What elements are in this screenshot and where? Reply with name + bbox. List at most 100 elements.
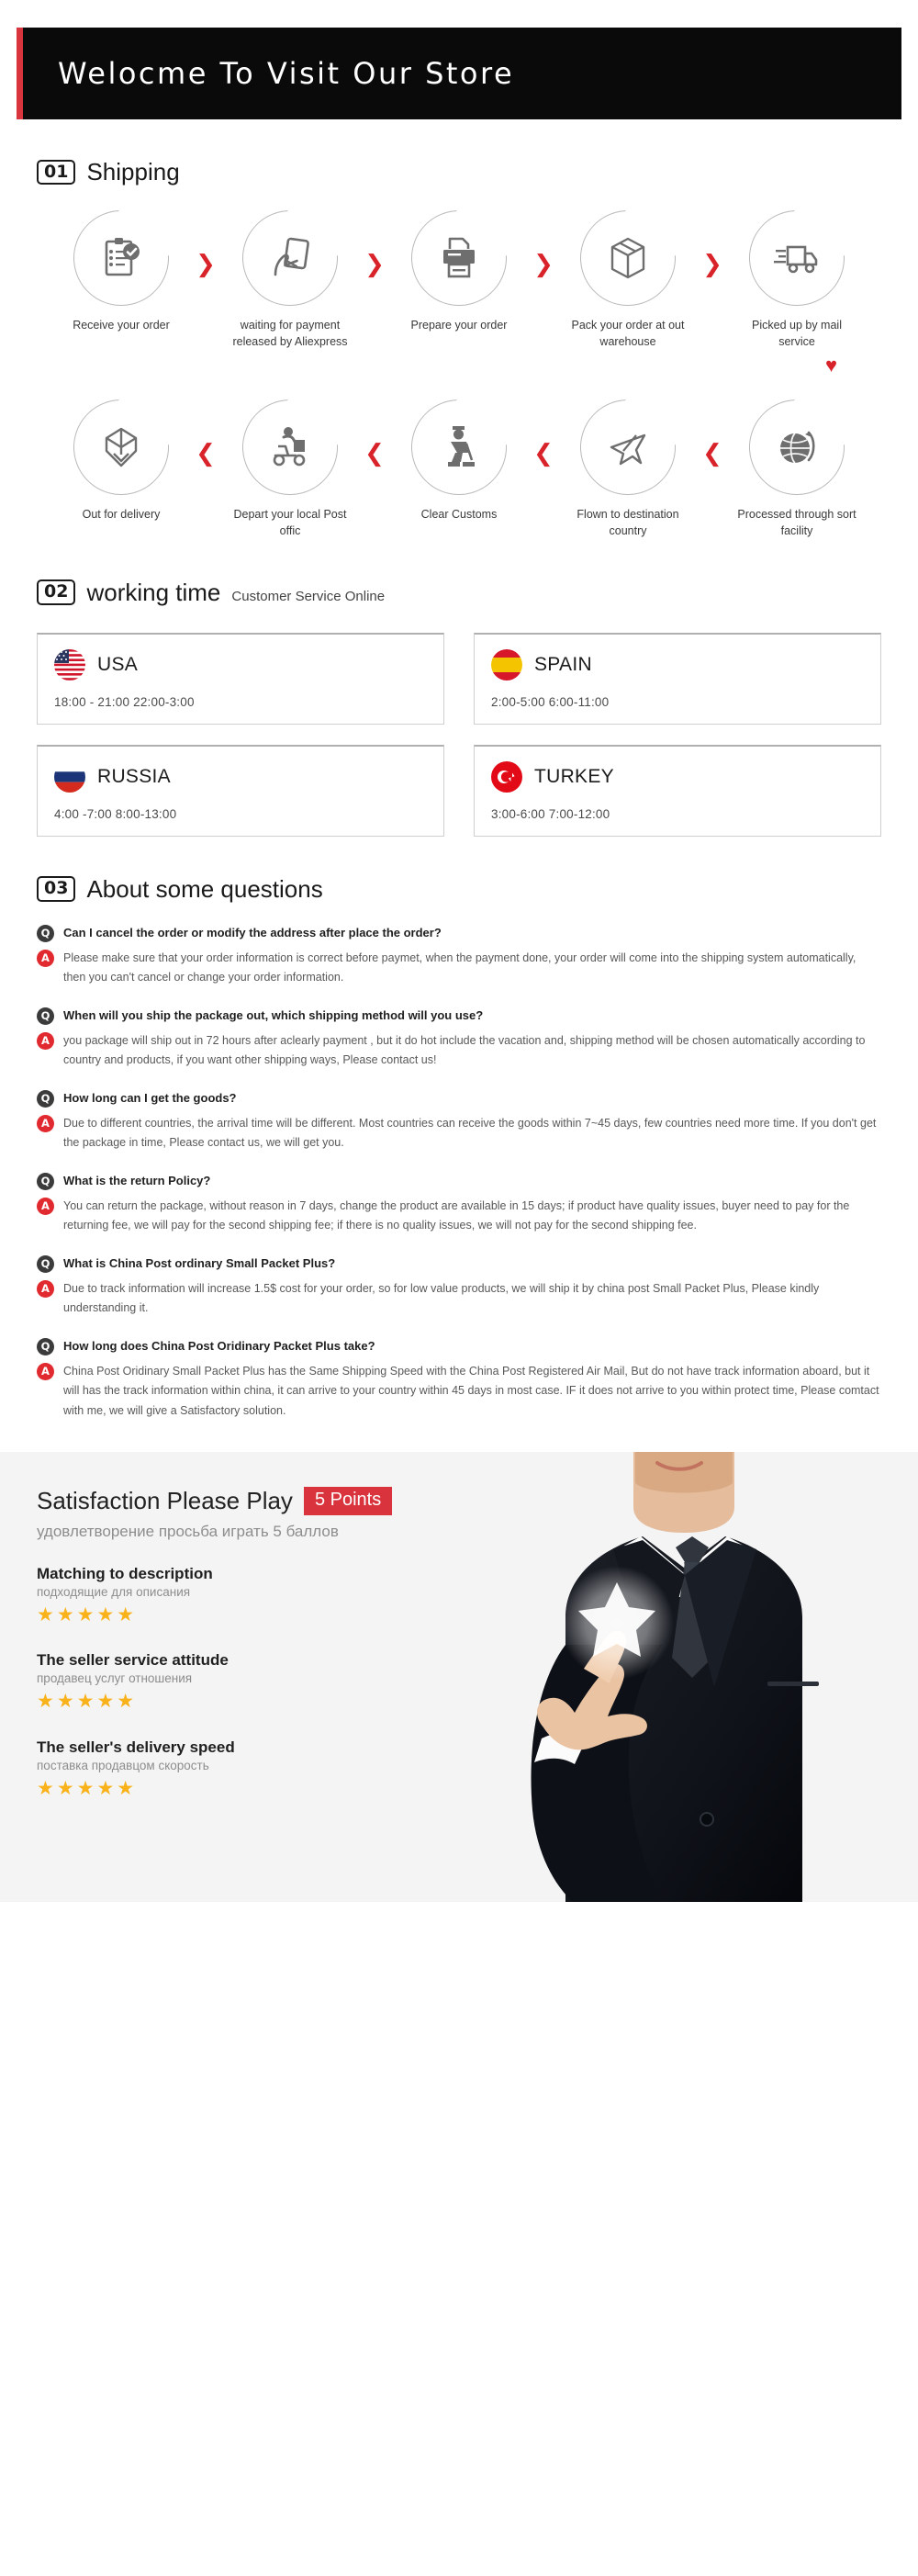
- answer-badge: A: [37, 1197, 54, 1215]
- page-title: About some questions: [86, 874, 323, 903]
- faq-answer: Please make sure that your order informa…: [63, 951, 856, 984]
- faq-answer-row: A China Post Oridinary Small Packet Plus…: [37, 1362, 881, 1422]
- step-label: Picked up by mail service: [752, 319, 842, 349]
- rating-subtitle: подходящие для описания: [37, 1585, 191, 1599]
- working-hours: 18:00 - 21:00 22:00-3:00: [54, 694, 195, 709]
- arrow-down-icon: ♥: [824, 354, 837, 377]
- step-label: Flown to destination country: [577, 508, 679, 538]
- step-label: Depart your local Post offic: [233, 508, 347, 538]
- step-circle: [560, 379, 696, 515]
- rating-subtitle: поставка продавцом скорость: [37, 1758, 209, 1772]
- country-card-russia: RUSSIA 4:00 -7:00 8:00-13:00: [37, 744, 444, 837]
- section-number-badge: 03: [37, 876, 76, 902]
- section-heading-working-time: 02 working time Customer Service Online: [37, 579, 918, 607]
- faq-question: How long can I get the goods?: [63, 1090, 237, 1105]
- country-name: TURKEY: [534, 765, 614, 787]
- section-heading-shipping: 01 Shipping: [37, 158, 918, 186]
- step-circle: [391, 379, 527, 515]
- answer-badge: A: [37, 949, 54, 967]
- flag-turkey-icon: [491, 760, 522, 793]
- answer-badge: A: [37, 1114, 54, 1132]
- step-label: Prepare your order: [410, 319, 508, 332]
- chevron-left-icon: ❮: [533, 440, 554, 468]
- faq-question: What is China Post ordinary Small Packet…: [63, 1255, 336, 1270]
- faq-item: Q When will you ship the package out, wh…: [37, 1007, 881, 1071]
- faq-item: Q How long can I get the goods? A Due to…: [37, 1089, 881, 1153]
- answer-badge: A: [37, 1362, 54, 1380]
- country-card-usa: USA 18:00 - 21:00 22:00-3:00: [37, 632, 444, 725]
- welcome-banner: Welocme To Visit Our Store: [17, 28, 901, 119]
- faq-question: When will you ship the package out, whic…: [63, 1007, 484, 1022]
- country-name: USA: [97, 653, 139, 675]
- shipping-step: Depart your local Post offic: [221, 379, 359, 539]
- airplane-icon: [610, 434, 646, 466]
- country-card-spain: SPAIN 2:00-5:00 6:00-11:00: [474, 632, 881, 725]
- faq-item: Q What is the return Policy? A You can r…: [37, 1172, 881, 1236]
- country-name: SPAIN: [534, 653, 592, 675]
- faq-answer-row: A Due to track information will increase…: [37, 1279, 881, 1319]
- faq-question-row: Q What is China Post ordinary Small Pack…: [37, 1254, 881, 1273]
- clipboard-check-icon: [105, 238, 140, 276]
- question-badge: Q: [37, 1172, 54, 1190]
- row-connector: ♥: [0, 355, 918, 376]
- rating-stars[interactable]: ★★★★★: [37, 1689, 431, 1714]
- chevron-right-icon: ❯: [702, 251, 722, 278]
- card-header: USA: [54, 648, 427, 681]
- points-badge: 5 Points: [303, 1487, 393, 1515]
- shipping-step: Receive your order: [52, 190, 190, 333]
- chevron-right-icon: ❯: [364, 251, 385, 278]
- question-badge: Q: [37, 1089, 54, 1108]
- step-circle: [391, 190, 527, 326]
- faq-answer-row: A You can return the package, without re…: [37, 1197, 881, 1236]
- card-header: SPAIN: [491, 648, 864, 681]
- country-card-turkey: TURKEY 3:00-6:00 7:00-12:00: [474, 744, 881, 837]
- rating-row: The seller's delivery speed поставка про…: [37, 1738, 431, 1801]
- section-number-badge: 02: [37, 579, 76, 605]
- step-circle: [53, 190, 189, 326]
- working-hours: 2:00-5:00 6:00-11:00: [491, 694, 610, 709]
- faq-question: Can I cancel the order or modify the add…: [63, 925, 442, 939]
- section-subtitle: Customer Service Online: [231, 588, 386, 604]
- card-header: TURKEY: [491, 760, 864, 793]
- rating-row: The seller service attitude продавец усл…: [37, 1651, 431, 1714]
- faq-answer: Due to track information will increase 1…: [63, 1281, 820, 1315]
- section-number-badge: 01: [37, 159, 76, 186]
- step-circle: [729, 379, 865, 515]
- faq-item: Q Can I cancel the order or modify the a…: [37, 924, 881, 988]
- feedback-subtitle: удовлетворение просьба играть 5 баллов: [37, 1523, 339, 1540]
- question-badge: Q: [37, 1254, 54, 1273]
- question-badge: Q: [37, 924, 54, 942]
- flag-spain-icon: [491, 648, 522, 681]
- feedback-title: Satisfaction Please Play: [37, 1487, 293, 1514]
- rating-title: Matching to description: [37, 1565, 213, 1582]
- step-label: Pack your order at out warehouse: [571, 319, 685, 349]
- chevron-right-icon: ❯: [196, 251, 216, 278]
- hand-card-icon: [274, 237, 309, 276]
- faq-question-row: Q What is the return Policy?: [37, 1172, 881, 1190]
- chevron-right-icon: ❯: [533, 251, 554, 278]
- faq-answer: Due to different countries, the arrival …: [63, 1116, 877, 1150]
- chevron-left-icon: ❮: [196, 440, 216, 468]
- country-name: RUSSIA: [97, 765, 171, 787]
- faq-question: What is the return Policy?: [63, 1173, 211, 1187]
- faq-list: Q Can I cancel the order or modify the a…: [37, 924, 881, 1422]
- step-label: Clear Customs: [420, 508, 498, 522]
- page-title: Shipping: [86, 158, 180, 186]
- rating-row: Matching to description подходящие для о…: [37, 1565, 431, 1627]
- step-circle: [222, 379, 358, 515]
- rating-stars[interactable]: ★★★★★: [37, 1603, 431, 1627]
- step-circle: [560, 190, 696, 326]
- answer-badge: A: [37, 1031, 54, 1050]
- box-icon: [610, 237, 645, 279]
- faq-answer-row: A Due to different countries, the arriva…: [37, 1114, 881, 1153]
- shipping-steps-row-2: Out for delivery ❮ Depart your local Pos…: [0, 379, 918, 539]
- rating-title: The seller's delivery speed: [37, 1738, 235, 1756]
- printer-icon: [443, 237, 475, 278]
- flag-russia-icon: [54, 760, 85, 793]
- shipping-step: Out for delivery: [52, 379, 190, 523]
- step-circle: [53, 379, 189, 515]
- faq-answer-row: A Please make sure that your order infor…: [37, 949, 881, 988]
- rating-stars[interactable]: ★★★★★: [37, 1776, 431, 1801]
- faq-answer-row: A you package will ship out in 72 hours …: [37, 1031, 881, 1071]
- scooter-courier-icon: [273, 427, 306, 467]
